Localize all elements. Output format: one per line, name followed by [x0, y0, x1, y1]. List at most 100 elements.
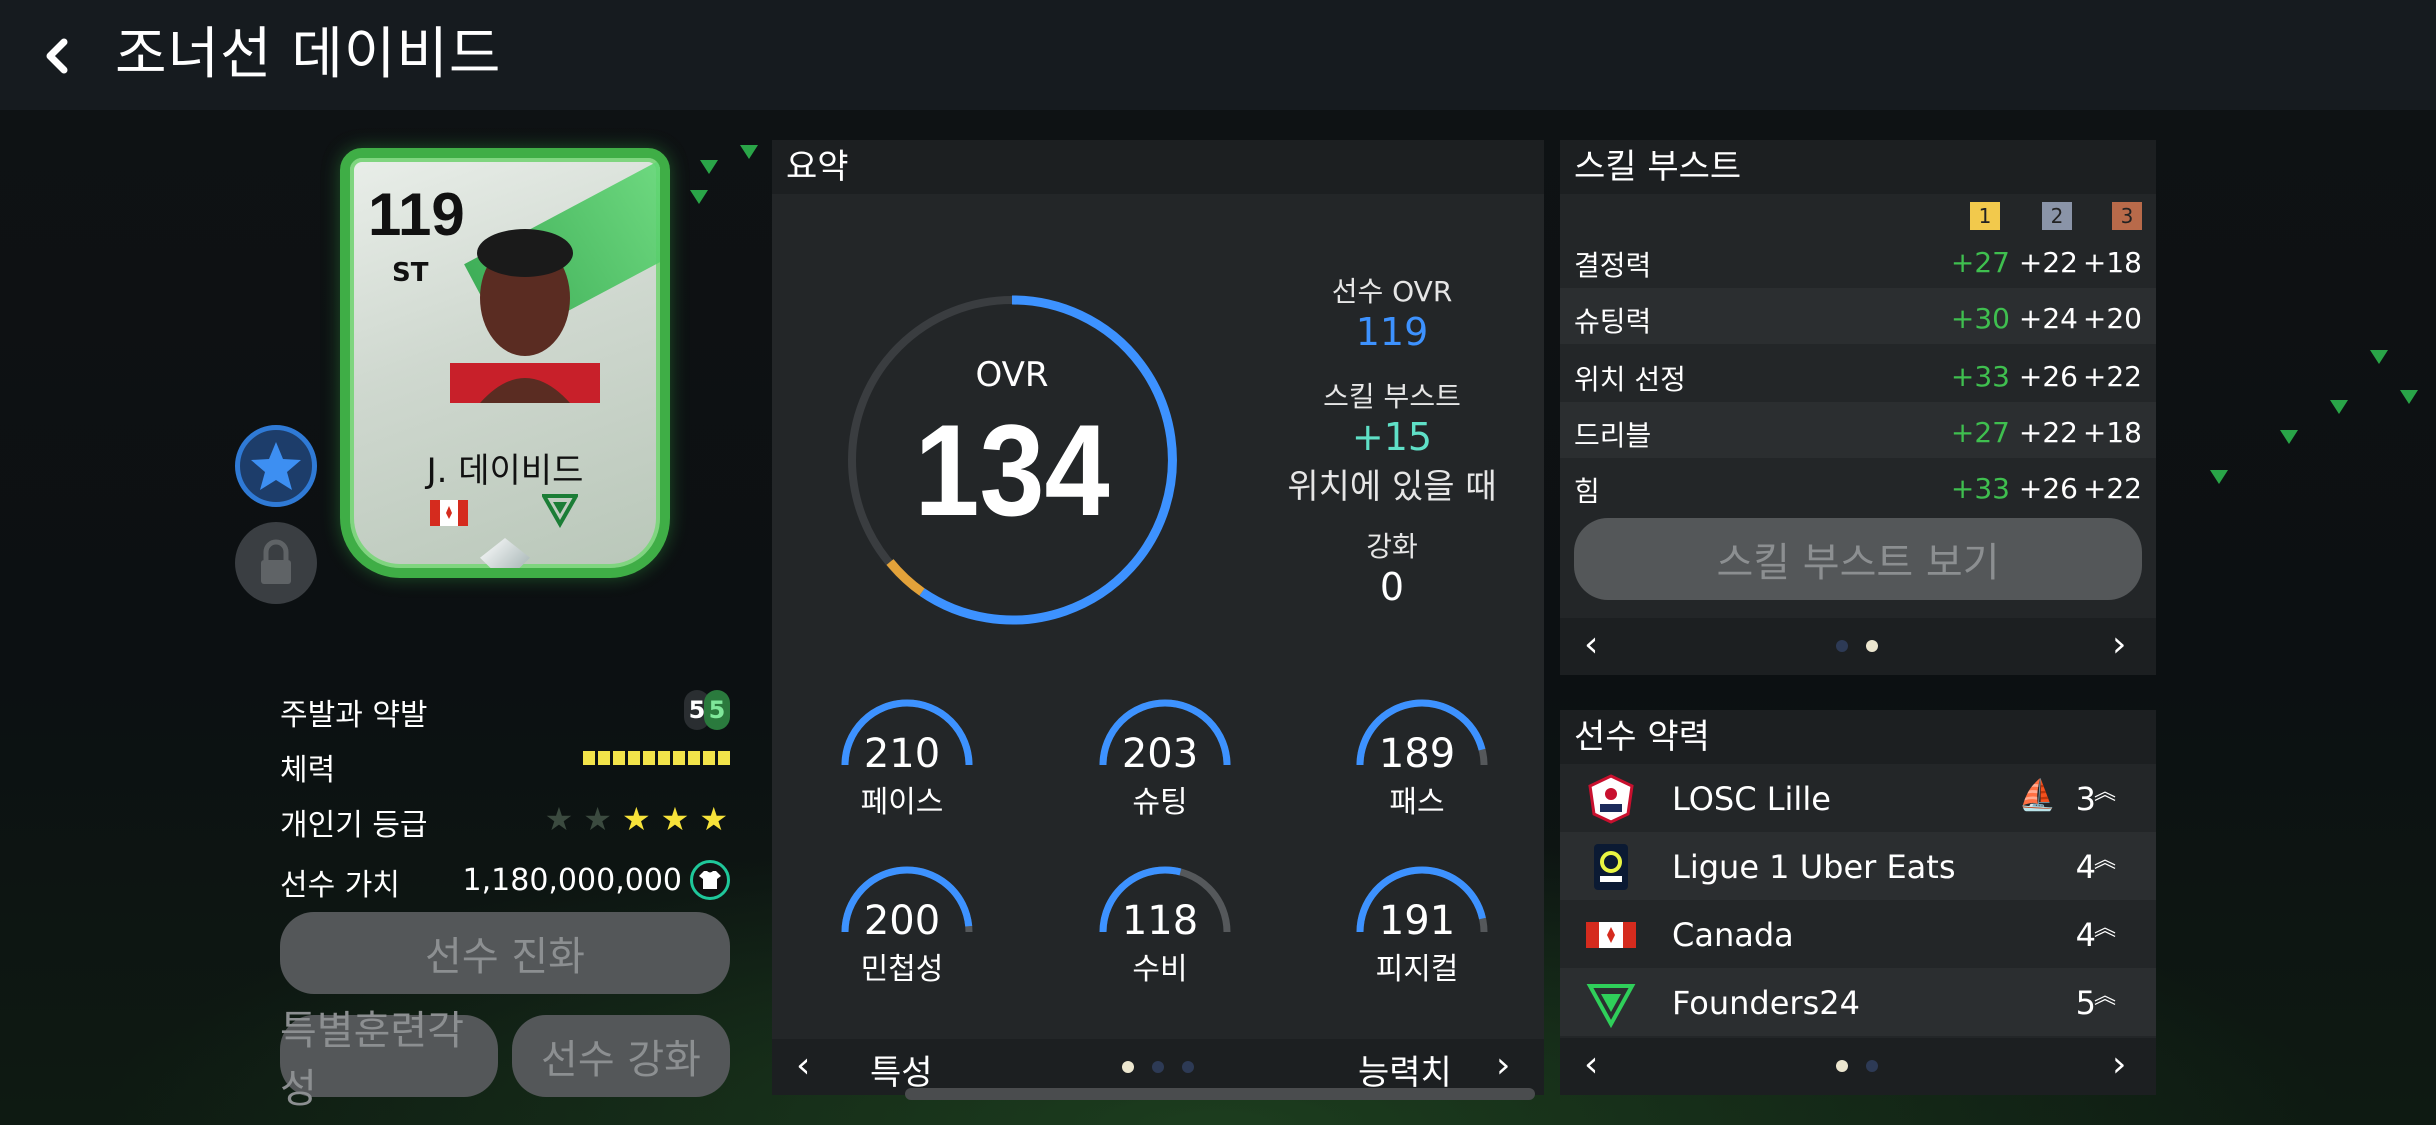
page-dot[interactable] [1182, 1061, 1194, 1073]
skill-name: 위치 선정 [1574, 363, 1686, 396]
history-count: 3 [2075, 780, 2096, 818]
skill-boost-value: +15 [1351, 415, 1433, 459]
player-portrait [450, 229, 600, 403]
enhance-button[interactable]: 선수 강화 [512, 1015, 730, 1097]
founders24-icon [542, 494, 578, 528]
popularity-label: 개인기 등급 [280, 808, 428, 843]
canada-flag-icon [430, 500, 468, 526]
prev-page-arrow[interactable]: ‹ [1584, 624, 1598, 665]
stat-value: 191 [1378, 898, 1456, 944]
page-dot[interactable] [1836, 1060, 1848, 1072]
page-dots [1836, 640, 1878, 652]
skill-value-2: +22 [2018, 246, 2078, 279]
top-bar: 조너선 데이비드 [0, 0, 2436, 110]
page-dot[interactable] [1836, 640, 1848, 652]
chevron-left-icon [46, 38, 68, 74]
skill-boost-footer: ‹ › [1560, 618, 2156, 675]
horizontal-scrollbar[interactable] [905, 1088, 1535, 1100]
special-training-button[interactable]: 특별훈련각성 [280, 1008, 498, 1112]
view-skill-boost-button[interactable]: 스킬 부스트 보기 [1574, 518, 2142, 600]
back-button[interactable] [38, 28, 78, 84]
player-history-title: 선수 약력 [1560, 710, 2156, 764]
player-ovr-value: 119 [1355, 310, 1429, 354]
history-name: Canada [1672, 916, 1794, 954]
stat-value: 189 [1378, 731, 1456, 777]
next-page-arrow[interactable]: › [2112, 624, 2126, 665]
history-row[interactable]: Founders24 5 ︽ [1560, 968, 2156, 1036]
level-badge-3: 3 [2112, 202, 2142, 230]
favorite-button[interactable] [235, 425, 317, 507]
summary-title: 요약 [772, 140, 1544, 194]
page-dots [1122, 1061, 1194, 1073]
decoration-triangle [740, 145, 758, 159]
next-page-arrow[interactable]: › [2112, 1044, 2126, 1085]
skill-value-1: +27 [1950, 246, 2010, 279]
skill-value-2: +24 [2018, 302, 2078, 335]
stat-label: 민첩성 [860, 952, 944, 987]
history-row[interactable]: Canada 4 ︽ [1560, 900, 2156, 968]
decoration-triangle [2400, 390, 2418, 404]
decoration-triangle [2330, 400, 2348, 414]
skill-value-1: +30 [1950, 302, 2010, 335]
stamina-bar [583, 745, 730, 765]
shirt-icon[interactable] [690, 860, 730, 900]
stamina-row: 체력 [280, 745, 730, 789]
skill-value-3: +18 [2082, 246, 2142, 279]
value-label: 선수 가치 [280, 868, 400, 903]
page-dot[interactable] [1866, 640, 1878, 652]
decoration-triangle [2370, 350, 2388, 364]
canada-flag-icon [1586, 922, 1636, 948]
stat-gauge: 191 피지컬 [1347, 862, 1497, 1022]
chevron-up-icon: ︽ [2093, 780, 2116, 805]
level-badge-1: 1 [1970, 202, 2000, 230]
next-page-arrow[interactable]: › [1496, 1045, 1510, 1086]
lock-button[interactable] [235, 522, 317, 604]
stat-label: 수비 [1132, 952, 1188, 987]
history-name: LOSC Lille [1672, 780, 1831, 818]
stat-value: 210 [863, 731, 941, 777]
summary-panel: 요약 OVR 134 선수 OVR 119 스킬 부스트 +15 위치에 있을 … [772, 140, 1544, 1095]
player-ovr-block: 선수 OVR 119 [1242, 270, 1542, 354]
prev-page-arrow[interactable]: ‹ [1584, 1044, 1598, 1085]
skill-value-2: +26 [2018, 472, 2078, 505]
foot-row: 주발과 약발 5 5 [280, 690, 730, 734]
page-dot[interactable] [1122, 1061, 1134, 1073]
skill-boost-panel: 스킬 부스트 1 2 3 결정력 +27 +22 +18 슈팅력 +30 +24… [1560, 140, 2156, 675]
skill-boost-label: 스킬 부스트 [1323, 380, 1461, 413]
ligue1-logo [1594, 844, 1628, 890]
tab-traits[interactable]: 특성 [870, 1045, 933, 1094]
skill-value-3: +18 [2082, 416, 2142, 449]
enhance-value: 0 [1379, 565, 1405, 609]
decoration-triangle [700, 160, 718, 174]
skill-row: 드리블 +27 +22 +18 [1560, 402, 2156, 458]
stat-gauge: 203 슈팅 [1090, 695, 1240, 855]
skill-row: 결정력 +27 +22 +18 [1560, 232, 2156, 288]
skill-value-3: +22 [2082, 472, 2142, 505]
star-icon: ★ [660, 800, 692, 838]
history-count: 5 [2075, 984, 2096, 1022]
history-row[interactable]: Ligue 1 Uber Eats 4 ︽ [1560, 832, 2156, 900]
stat-label: 페이스 [860, 785, 944, 820]
foot-values: 5 5 [684, 690, 730, 730]
skill-value-1: +27 [1950, 416, 2010, 449]
player-card[interactable]: 119 ST J. 데이비드 [340, 148, 670, 578]
enhance-label: 강화 [1366, 530, 1418, 563]
decoration-triangle [690, 190, 708, 204]
popularity-stars: ★ ★ ★ ★ ★ [545, 800, 730, 838]
card-position: ST [392, 258, 429, 288]
page-dot[interactable] [1152, 1061, 1164, 1073]
value-row: 선수 가치 1,180,000,000 [280, 860, 730, 904]
page-dot[interactable] [1866, 1060, 1878, 1072]
tab-stats[interactable]: 능력치 [1358, 1045, 1452, 1094]
player-history-panel: 선수 약력 LOSC Lille ⛵ 3 ︽ Ligue 1 Uber Eats… [1560, 710, 2156, 1095]
card-player-name: J. 데이비드 [426, 451, 584, 491]
stat-value: 200 [863, 898, 941, 944]
skill-name: 슈팅력 [1574, 305, 1652, 338]
prev-page-arrow[interactable]: ‹ [796, 1045, 810, 1086]
stat-gauge: 189 패스 [1347, 695, 1497, 855]
skill-name: 결정력 [1574, 249, 1652, 282]
history-row[interactable]: LOSC Lille ⛵ 3 ︽ [1560, 764, 2156, 832]
chevron-up-icon: ︽ [2093, 916, 2116, 941]
chevron-up-icon: ︽ [2093, 984, 2116, 1009]
evolve-button[interactable]: 선수 진화 [280, 912, 730, 994]
